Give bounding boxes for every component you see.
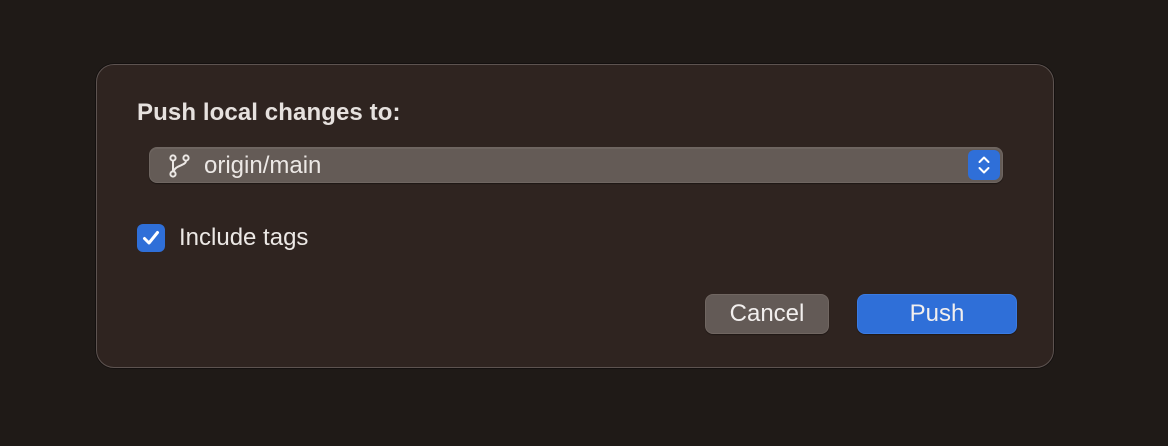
dialog-title: Push local changes to: [137, 99, 401, 126]
include-tags-label: Include tags [179, 224, 309, 251]
chevron-up-down-icon [978, 156, 990, 174]
push-dialog: Push local changes to: origin/main Inclu… [96, 64, 1054, 368]
push-button[interactable]: Push [857, 294, 1017, 334]
remote-branch-select[interactable]: origin/main [149, 147, 1003, 183]
remote-branch-value: origin/main [204, 152, 322, 179]
git-branch-icon [169, 154, 190, 178]
checkmark-icon [143, 231, 159, 245]
cancel-button[interactable]: Cancel [705, 294, 829, 334]
include-tags-checkbox[interactable] [137, 224, 165, 252]
select-stepper[interactable] [968, 150, 1000, 180]
include-tags-row: Include tags [137, 223, 308, 253]
